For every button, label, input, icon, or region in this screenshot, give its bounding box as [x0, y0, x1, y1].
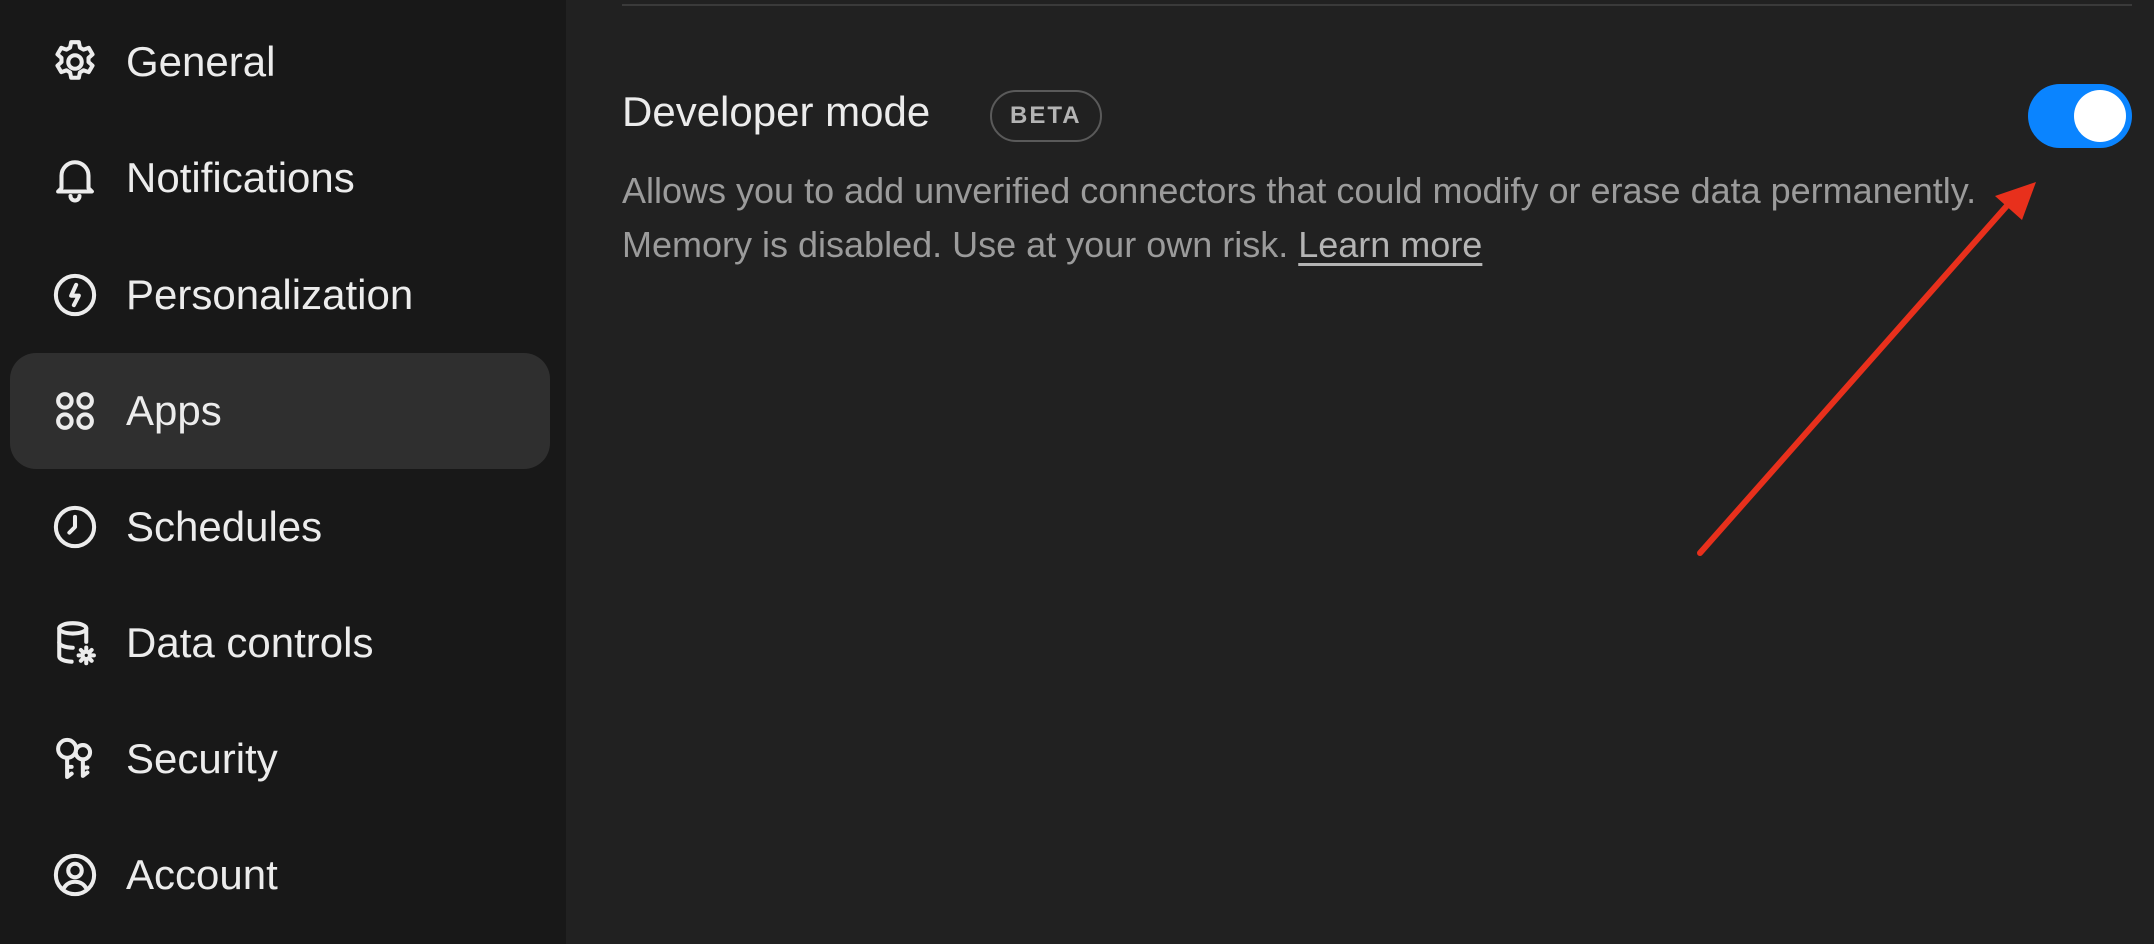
apps-grid-icon — [48, 384, 102, 438]
settings-sidebar: General Notifications Personalization Ap… — [0, 0, 566, 944]
user-circle-icon — [48, 848, 102, 902]
sidebar-item-label: Data controls — [126, 619, 374, 666]
settings-window: General Notifications Personalization Ap… — [0, 0, 2154, 944]
section-divider — [622, 4, 2132, 6]
arrow-head-icon — [1995, 182, 2036, 220]
sidebar-item-schedules[interactable]: Schedules — [10, 469, 550, 585]
clock-icon — [48, 500, 102, 554]
keys-icon — [48, 732, 102, 786]
gear-icon — [48, 35, 102, 89]
sidebar-item-account[interactable]: Account — [10, 817, 550, 933]
sidebar-item-label: Security — [126, 735, 278, 782]
developer-mode-description: Allows you to add unverified connectors … — [622, 164, 1982, 272]
sidebar-item-label: Personalization — [126, 271, 414, 318]
sidebar-item-label: Apps — [126, 387, 222, 434]
sidebar-item-notifications[interactable]: Notifications — [10, 120, 550, 236]
sidebar-item-label: Schedules — [126, 503, 323, 550]
sidebar-item-label: Account — [126, 851, 278, 898]
beta-badge: BETA — [990, 90, 1102, 142]
personalization-icon — [48, 268, 102, 322]
sidebar-item-data-controls[interactable]: Data controls — [10, 585, 550, 701]
developer-mode-title: Developer mode — [622, 88, 931, 135]
database-gear-icon — [48, 616, 102, 670]
sidebar-item-general[interactable]: General — [10, 4, 550, 120]
toggle-knob — [2074, 90, 2126, 142]
sidebar-item-label: General — [126, 38, 276, 85]
sidebar-item-label: Notifications — [126, 154, 355, 201]
sidebar-item-security[interactable]: Security — [10, 701, 550, 817]
developer-mode-toggle[interactable] — [2028, 84, 2132, 148]
sidebar-item-apps[interactable]: Apps — [10, 353, 550, 469]
sidebar-item-personalization[interactable]: Personalization — [10, 237, 550, 353]
learn-more-link[interactable]: Learn more — [1298, 224, 1482, 265]
bell-icon — [48, 151, 102, 205]
